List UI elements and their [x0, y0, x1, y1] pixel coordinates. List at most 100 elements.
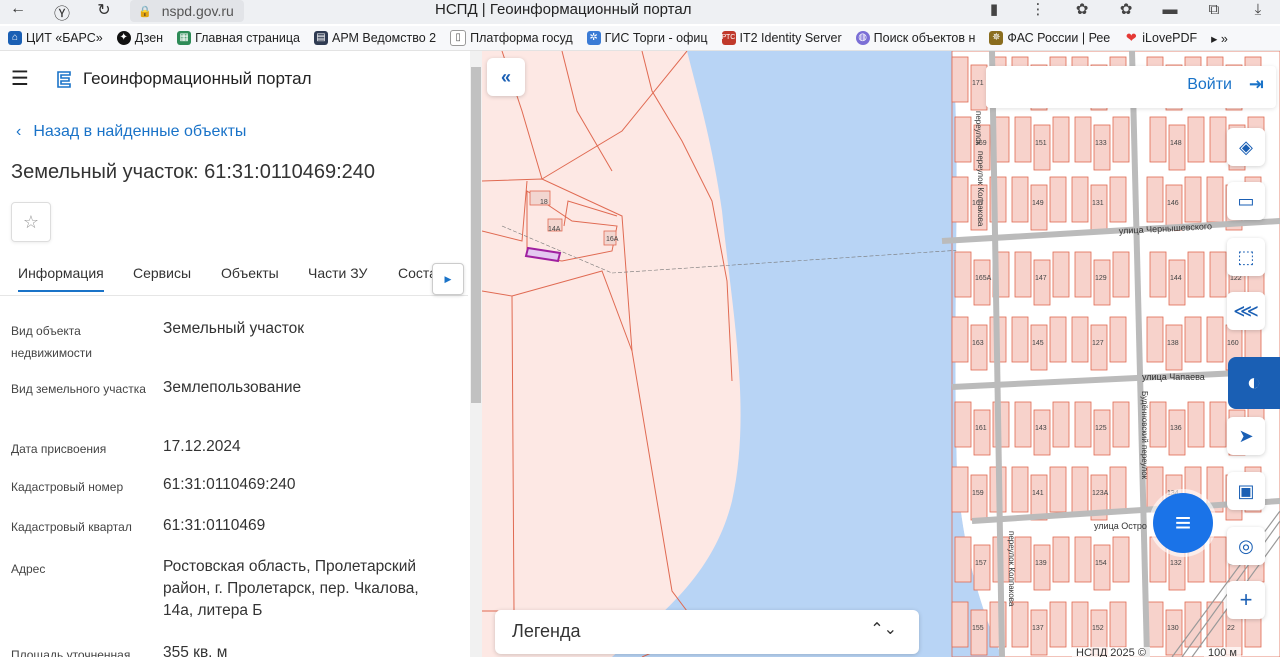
area-search-icon[interactable]: ⬚ [1227, 238, 1265, 276]
bookmark-item[interactable]: ▤ АРМ Ведомство 2 [306, 31, 442, 45]
parcel[interactable] [1109, 316, 1127, 363]
parcel[interactable] [1109, 466, 1127, 513]
bookmark-item[interactable]: ◍ Поиск объектов н [848, 31, 982, 45]
parcel[interactable] [1109, 601, 1127, 648]
parcel[interactable] [970, 324, 988, 371]
parcel[interactable] [954, 251, 972, 298]
parcel[interactable] [951, 601, 969, 648]
parcel[interactable] [1030, 474, 1048, 521]
tab-parts[interactable]: Части ЗУ [308, 265, 367, 281]
bookmark-item[interactable]: ✦ Дзен [109, 31, 169, 45]
parcel[interactable] [1184, 176, 1202, 223]
parcel[interactable] [1187, 251, 1205, 298]
parcel[interactable] [1014, 251, 1032, 298]
parcel[interactable] [1049, 466, 1067, 513]
bookmark-item[interactable]: ▯ Платформа госуд [442, 30, 579, 46]
parcel[interactable] [1168, 124, 1186, 171]
parcel[interactable] [1074, 536, 1092, 583]
parcel[interactable] [1146, 316, 1164, 363]
download-icon[interactable]: ⤓ [1236, 0, 1280, 20]
parcel[interactable] [1033, 124, 1051, 171]
parcel[interactable] [951, 176, 969, 223]
map-view[interactable]: улица Чернышевского улица Чапаева улица … [482, 51, 1280, 657]
back-to-results-link[interactable]: ‹ Назад в найденные объекты [16, 123, 246, 141]
bookmark-item[interactable]: ✲ ГИС Торги - офиц [579, 31, 714, 45]
parcel[interactable] [1168, 259, 1186, 306]
parcel[interactable] [951, 466, 969, 513]
bookmark-icon[interactable]: ▮ [972, 0, 1016, 20]
parcel[interactable] [1071, 316, 1089, 363]
zoom-in-icon[interactable]: + [1227, 581, 1265, 619]
parcel[interactable] [1109, 176, 1127, 223]
parcel[interactable] [1052, 401, 1070, 448]
parcel[interactable] [1090, 184, 1108, 231]
parcel[interactable] [1209, 251, 1227, 298]
parcel[interactable] [1149, 401, 1167, 448]
parcel[interactable] [1011, 601, 1029, 648]
tab-objects[interactable]: Объекты [221, 265, 279, 281]
panel-scrollbar[interactable] [470, 51, 482, 657]
parcel[interactable] [1071, 176, 1089, 223]
parcel[interactable] [1074, 251, 1092, 298]
legend-dropdown[interactable]: Легенда ⌃⌄ [495, 610, 919, 654]
parcel[interactable] [1030, 184, 1048, 231]
parcel[interactable] [1074, 401, 1092, 448]
parcel[interactable] [1033, 259, 1051, 306]
parcel[interactable] [1011, 176, 1029, 223]
parcel[interactable] [1030, 324, 1048, 371]
parcel[interactable] [1112, 116, 1130, 163]
parcel[interactable] [1011, 466, 1029, 513]
reload-icon[interactable]: ↻ [90, 0, 118, 20]
tab-information[interactable]: Информация [18, 265, 104, 292]
parcel[interactable] [1165, 609, 1183, 656]
parcel[interactable] [1187, 401, 1205, 448]
layers-icon[interactable]: ◈ [1227, 128, 1265, 166]
extension-icon[interactable]: ✿ [1104, 0, 1148, 20]
parcel[interactable] [1149, 251, 1167, 298]
parcel[interactable] [1033, 544, 1051, 591]
cadastral-map[interactable]: улица Чернышевского улица Чапаева улица … [482, 51, 1280, 657]
parcel[interactable] [1093, 409, 1111, 456]
parcel[interactable] [970, 474, 988, 521]
tabs-icon[interactable]: ⧉ [1192, 0, 1236, 20]
parcel[interactable] [1049, 176, 1067, 223]
parcel[interactable] [1187, 116, 1205, 163]
back-arrow-icon[interactable]: ← [4, 0, 32, 18]
parcel[interactable] [1071, 601, 1089, 648]
parcel[interactable] [954, 116, 972, 163]
parcel[interactable] [1011, 316, 1029, 363]
parcel[interactable] [1030, 609, 1048, 656]
parcel[interactable] [1033, 409, 1051, 456]
parcel[interactable] [970, 609, 988, 656]
parcel[interactable] [1093, 259, 1111, 306]
parcel[interactable] [1052, 116, 1070, 163]
bookmark-item[interactable]: ▦ Главная страница [169, 31, 306, 45]
menu-icon[interactable]: ☰ [11, 66, 31, 91]
extension-icon[interactable]: ✿ [1060, 0, 1104, 20]
bookmark-item[interactable]: РТС IT2 Identity Server [714, 31, 848, 45]
parcel[interactable] [1112, 536, 1130, 583]
ruler-icon[interactable]: ▭ [1227, 182, 1265, 220]
selected-parcel[interactable] [524, 246, 562, 263]
login-button[interactable]: Войти ⇥ [986, 66, 1276, 108]
parcel[interactable] [1093, 544, 1111, 591]
parcel[interactable] [1090, 324, 1108, 371]
more-bookmarks-icon[interactable]: ▸ » [1203, 31, 1234, 46]
scrollbar-thumb[interactable] [471, 67, 481, 403]
parcel[interactable] [973, 409, 991, 456]
parcel[interactable] [1049, 601, 1067, 648]
parcel[interactable] [1206, 176, 1224, 223]
yandex-icon[interactable]: Ⓨ [48, 0, 76, 24]
favorite-star-icon[interactable]: ☆ [11, 202, 51, 242]
parcel[interactable] [973, 259, 991, 306]
parcel[interactable] [1071, 466, 1089, 513]
bookmark-item[interactable]: ✵ ФАС России | Рее [981, 31, 1116, 45]
address-bar[interactable]: 🔒 nspd.gov.ru [130, 0, 244, 22]
parcel[interactable] [970, 64, 988, 111]
parcel[interactable] [1093, 124, 1111, 171]
navigate-icon[interactable]: ➤ [1227, 417, 1265, 455]
parcel[interactable] [1184, 601, 1202, 648]
menu-dots-icon[interactable]: ⋮ [1016, 0, 1060, 20]
parcel[interactable] [1049, 316, 1067, 363]
parcel[interactable] [1165, 324, 1183, 371]
